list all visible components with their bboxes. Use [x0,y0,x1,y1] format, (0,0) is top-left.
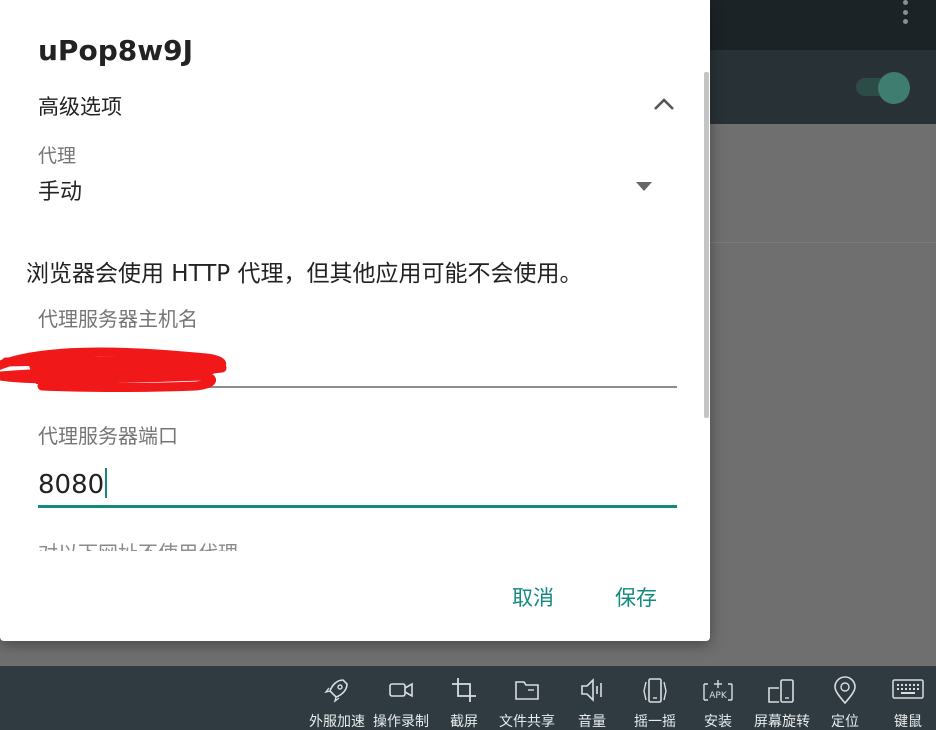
proxy-port-text: 8080 [38,470,105,500]
background-divider [710,242,936,243]
emulator-toolbar: 外服加速 操作录制 截屏 文件共享 音量 摇一摇 APK 安装 屏幕旋转 定位 … [0,666,936,730]
toolbar-label: 音量 [578,714,606,730]
toolbar-item-screenshot[interactable]: 截屏 [440,666,488,730]
advanced-options-toggle[interactable]: 高级选项 [38,91,122,121]
proxy-hostname-label: 代理服务器主机名 [38,307,198,331]
toolbar-item-install[interactable]: APK 安装 [696,666,740,730]
wifi-proxy-dialog: uPop8w9J 高级选项 代理 手动 浏览器会使用 HTTP 代理，但其他应用… [0,0,710,641]
toolbar-label: 截屏 [450,714,478,730]
toolbar-item-record[interactable]: 操作录制 [370,666,432,730]
toolbar-item-file-share[interactable]: 文件共享 [496,666,558,730]
toolbar-label: 安装 [704,714,732,730]
proxy-port-label: 代理服务器端口 [38,424,178,448]
video-camera-icon [389,682,413,698]
toolbar-item-shake[interactable]: 摇一摇 [626,666,684,730]
toolbar-item-volume[interactable]: 音量 [570,666,614,730]
toolbar-label: 屏幕旋转 [754,714,810,730]
toolbar-label: 文件共享 [499,714,555,730]
toolbar-label: 操作录制 [373,714,429,730]
toolbar-label: 外服加速 [309,714,365,730]
text-cursor [105,468,108,498]
proxy-label: 代理 [38,145,77,167]
rocket-icon [324,679,348,703]
bypass-label: 对以下网址不使用代理 [38,537,238,551]
proxy-select[interactable]: 手动 [38,174,82,206]
svg-text:APK: APK [709,691,728,701]
dialog-scrollbar[interactable] [704,72,709,418]
overflow-menu-icon [898,0,912,24]
location-pin-icon [834,676,856,705]
toolbar-label: 摇一摇 [634,714,676,730]
screen-rotate-icon [768,679,794,703]
apk-install-icon: APK [703,680,733,701]
toolbar-item-accelerate[interactable]: 外服加速 [306,666,368,730]
keyboard-icon [892,679,924,699]
screen: uPop8w9J 高级选项 代理 手动 浏览器会使用 HTTP 代理，但其他应用… [0,0,936,730]
dialog-title: uPop8w9J [38,34,193,67]
speaker-icon [581,678,602,702]
toolbar-label: 定位 [831,714,859,730]
toolbar-item-keyboard-mouse[interactable]: 键鼠 [886,666,930,730]
proxy-port-input[interactable]: 8080 [38,460,677,508]
background-wifi-toggle [856,72,910,104]
dropdown-arrow-icon[interactable] [636,182,652,191]
proxy-warning-text: 浏览器会使用 HTTP 代理，但其他应用可能不会使用。 [26,261,583,287]
toolbar-label: 键鼠 [894,714,922,730]
save-button[interactable]: 保存 [615,582,657,612]
shake-phone-icon [643,678,667,703]
toolbar-item-location[interactable]: 定位 [824,666,866,730]
crop-icon [452,678,476,702]
chevron-up-icon[interactable] [652,94,676,114]
red-scribble-redaction [0,347,227,392]
toolbar-item-rotate[interactable]: 屏幕旋转 [750,666,814,730]
cancel-button[interactable]: 取消 [512,582,554,612]
bypass-label-clipped: 对以下网址不使用代理 [38,535,338,551]
folder-icon [515,681,539,700]
proxy-port-value: 8080 [38,468,108,500]
